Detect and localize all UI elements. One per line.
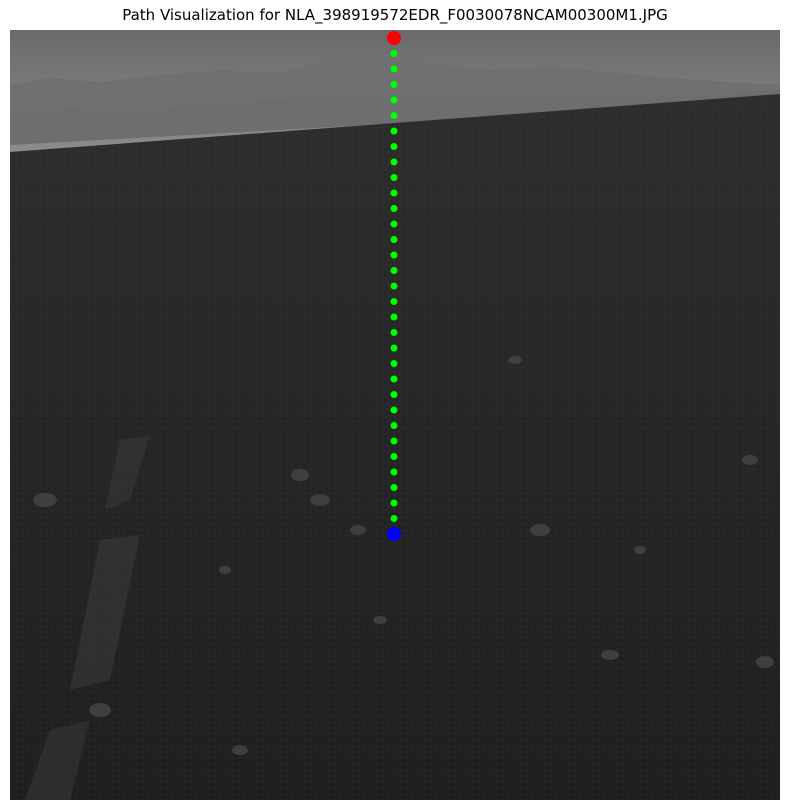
path-start-marker (387, 527, 401, 541)
mars-navcam-image (10, 30, 780, 800)
path-waypoint (390, 96, 398, 104)
path-waypoint (390, 484, 398, 491)
path-waypoint (390, 220, 398, 228)
path-waypoint (390, 437, 398, 445)
path-waypoint (390, 174, 398, 181)
path-waypoint (390, 422, 398, 429)
path-end-marker (387, 31, 401, 45)
path-waypoint (390, 499, 398, 507)
path-waypoint (390, 205, 398, 212)
path-waypoint (390, 158, 398, 166)
path-waypoint (390, 406, 398, 414)
path-waypoint (390, 112, 398, 119)
path-waypoint (390, 329, 398, 336)
path-waypoint (390, 391, 398, 398)
scene-svg (10, 30, 780, 800)
path-waypoint (390, 453, 398, 460)
path-waypoint (390, 515, 398, 522)
path-waypoint (390, 360, 398, 367)
path-waypoint (390, 50, 398, 57)
path-waypoint (390, 344, 398, 352)
path-waypoint (390, 143, 398, 150)
path-waypoint (390, 313, 398, 321)
path-waypoint (390, 375, 398, 383)
path-waypoint (390, 468, 398, 476)
figure-title: Path Visualization for NLA_398919572EDR_… (122, 6, 668, 24)
path-waypoint (390, 298, 398, 305)
path-waypoint (390, 127, 398, 135)
path-waypoint (390, 282, 398, 290)
path-waypoint (390, 267, 398, 274)
path-waypoint (390, 81, 398, 88)
path-waypoint (390, 251, 398, 259)
path-waypoint (390, 236, 398, 243)
path-waypoint (390, 189, 398, 197)
path-waypoint (390, 65, 398, 73)
